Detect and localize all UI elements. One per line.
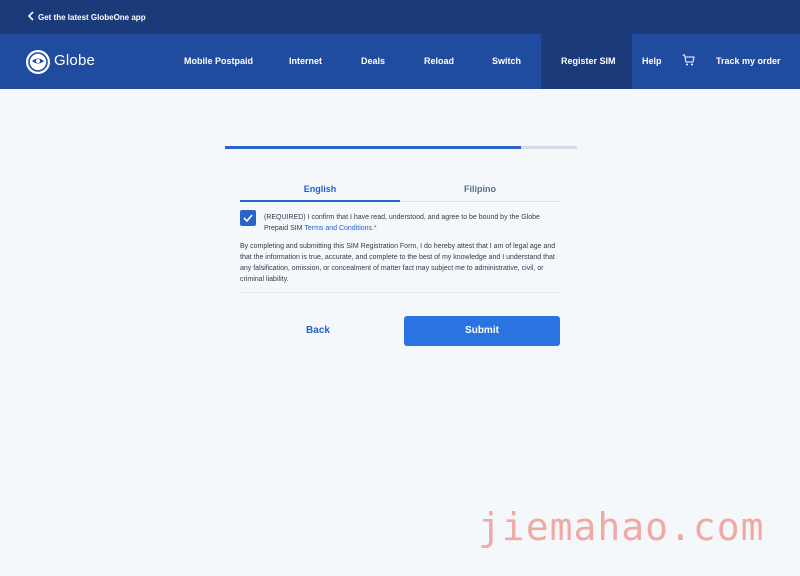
tab-divider bbox=[400, 201, 560, 202]
consent-text: (REQUIRED) I confirm that I have read, u… bbox=[264, 212, 564, 234]
tab-english[interactable]: English bbox=[240, 184, 400, 194]
progress-fill bbox=[225, 146, 521, 149]
globe-logo-icon[interactable] bbox=[25, 49, 51, 75]
submit-button[interactable]: Submit bbox=[404, 316, 560, 346]
terms-link[interactable]: Terms and Conditions bbox=[304, 225, 372, 232]
cart-icon[interactable] bbox=[682, 54, 695, 66]
form-divider bbox=[240, 292, 560, 293]
required-mark: .* bbox=[372, 225, 377, 232]
nav-mobile-postpaid[interactable]: Mobile Postpaid bbox=[184, 56, 253, 66]
active-tab-indicator bbox=[240, 200, 400, 202]
registration-progress-bar bbox=[225, 146, 577, 149]
tab-filipino[interactable]: Filipino bbox=[400, 184, 560, 194]
app-download-link[interactable]: Get the latest GlobeOne app bbox=[38, 13, 146, 22]
nav-switch[interactable]: Switch bbox=[492, 56, 521, 66]
nav-track-order[interactable]: Track my order bbox=[716, 56, 781, 66]
attestation-text: By completing and submitting this SIM Re… bbox=[240, 243, 556, 283]
nav-help[interactable]: Help bbox=[642, 56, 662, 66]
nav-reload[interactable]: Reload bbox=[424, 56, 454, 66]
nav-deals[interactable]: Deals bbox=[361, 56, 385, 66]
terms-consent-checkbox[interactable] bbox=[240, 210, 256, 226]
nav-register-sim[interactable]: Register SIM bbox=[561, 56, 616, 66]
nav-internet[interactable]: Internet bbox=[289, 56, 322, 66]
brand-name[interactable]: Globe bbox=[54, 52, 95, 69]
app-promo-bar: Get the latest GlobeOne app bbox=[0, 0, 800, 34]
watermark: jiemahao.com bbox=[478, 505, 765, 549]
main-nav: Globe Mobile Postpaid Internet Deals Rel… bbox=[0, 34, 800, 89]
chevron-left-icon[interactable] bbox=[27, 11, 35, 21]
back-button[interactable]: Back bbox=[240, 316, 396, 346]
checkmark-icon bbox=[243, 214, 253, 223]
